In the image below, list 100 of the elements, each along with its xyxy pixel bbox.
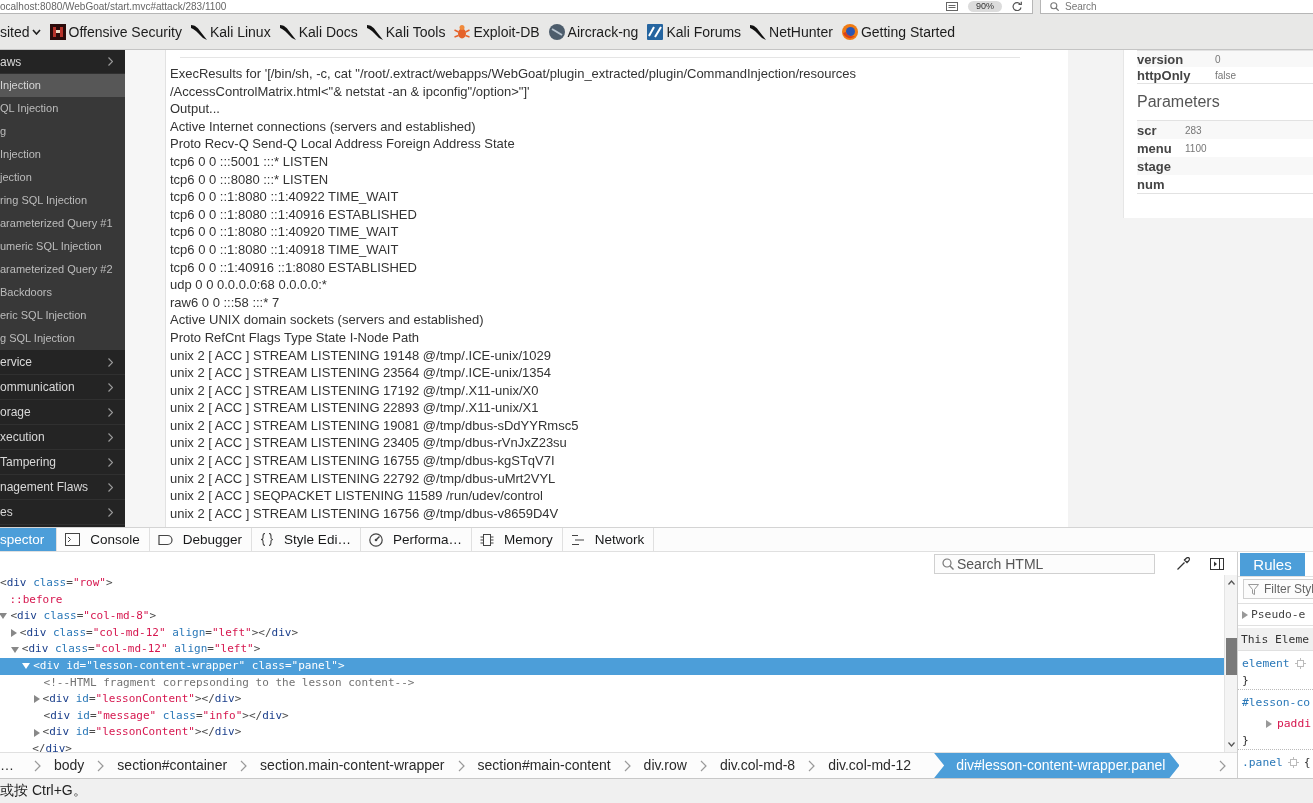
breadcrumb[interactable]: section.main-content-wrapper — [247, 753, 458, 778]
devtools-tab[interactable]: Performa… — [360, 528, 472, 551]
chevron-right-icon — [108, 57, 113, 66]
triangle-icon[interactable] — [1242, 610, 1248, 619]
rule-selector[interactable]: element — [1242, 657, 1290, 670]
caret-up-icon[interactable] — [1227, 580, 1235, 585]
property-name[interactable]: paddi — [1277, 717, 1311, 730]
markup-node[interactable]: <div class="row"> — [0, 575, 1224, 592]
chevron-right-icon — [457, 759, 465, 772]
rule-brace: } — [1242, 674, 1249, 687]
output-line: Proto RefCnt Flags Type State I-Node Path — [170, 328, 420, 347]
sidebar-item[interactable]: Injection — [0, 143, 125, 166]
sidebar-item[interactable]: umeric SQL Injection — [0, 235, 125, 258]
output-line: tcp6 0 0 :::8080 :::* LISTEN — [170, 170, 329, 189]
swoosh-icon — [190, 23, 207, 40]
search-field[interactable]: Search HTML — [934, 553, 1155, 574]
breadcrumb[interactable]: body — [41, 753, 98, 778]
bookmark-menu[interactable]: sited — [0, 19, 45, 44]
caret-down-icon — [31, 28, 41, 35]
chevron-right-icon — [108, 382, 113, 392]
devtools-tab[interactable]: Debugger — [149, 528, 253, 551]
triangle-icon[interactable] — [1266, 719, 1272, 728]
output-line: unix 2 [ ACC ] STREAM LISTENING 16756 @/tmp/dbus-v8659D4V — [170, 504, 559, 523]
triangle-icon[interactable] — [33, 695, 40, 704]
markup-node[interactable]: <div id="lessonContent"></div> — [0, 724, 1224, 741]
section-heading: Parameters — [1137, 92, 1220, 112]
sidebar-item[interactable]: g — [0, 120, 125, 143]
markup-node[interactable]: <div class="col-md-12" align="left"></div> — [0, 624, 1224, 642]
sidebar-item[interactable]: QL Injection — [0, 97, 125, 120]
triangle-icon[interactable] — [10, 629, 17, 638]
chevron-right-icon — [1219, 759, 1226, 772]
section-toggle[interactable]: Pseudo-e — [1238, 604, 1313, 626]
sidebar-item[interactable]: jection — [0, 166, 125, 189]
swoosh-icon — [366, 23, 383, 40]
breadcrumb[interactable]: div.row — [630, 753, 700, 778]
chevron-right-icon — [108, 507, 113, 517]
address-bar[interactable]: ocalhost:8080/WebGoat/start.mvc#attack/283/1100 90% — [0, 0, 1033, 14]
devtools-tab[interactable]: Memory — [471, 528, 563, 551]
param-name: stage — [1137, 157, 1313, 175]
bookmark-item[interactable]: Kali Forums — [643, 19, 746, 44]
bookmark-item[interactable]: Aircrack-ng — [544, 19, 643, 44]
output-line: Active Internet connections (servers and established) — [170, 117, 476, 136]
rule-selector[interactable]: #lesson-co — [1242, 696, 1310, 709]
page-icon[interactable] — [946, 1, 958, 11]
sidebar-item[interactable]: g SQL Injection — [0, 327, 125, 350]
triangle-icon[interactable] — [0, 613, 8, 620]
devtools-tab[interactable]: Console — [57, 528, 150, 551]
sidebar-item[interactable]: Backdoors — [0, 281, 125, 304]
rule-brace: { — [1303, 756, 1311, 769]
markup-node[interactable]: <div id="message" class="info"></div> — [0, 707, 1224, 725]
bookmark-item[interactable]: Kali Linux — [186, 19, 275, 44]
rule-selector[interactable]: .panel — [1242, 756, 1283, 769]
bookmark-item[interactable]: Getting Started — [837, 19, 960, 44]
chevron-right-icon — [240, 759, 248, 772]
param-value: 283 — [1185, 121, 1313, 139]
sidebar-item[interactable]: arameterized Query #2 — [0, 258, 125, 281]
breadcrumb[interactable]: section#main-content — [464, 753, 624, 778]
triangle-icon[interactable] — [10, 646, 19, 653]
scrollbar-thumb[interactable] — [1225, 638, 1237, 675]
devtools-tab[interactable]: Style Edi… — [252, 528, 361, 551]
search-field[interactable]: Search — [1040, 0, 1313, 14]
sidebar-item[interactable]: Injection — [0, 74, 125, 97]
reload-icon[interactable] — [1012, 1, 1022, 11]
bookmark-item[interactable]: Offensive Security — [45, 19, 186, 44]
caret-down-icon[interactable] — [1227, 742, 1235, 747]
sidebar-item[interactable]: ring SQL Injection — [0, 189, 125, 212]
filter-field[interactable]: Filter Styl — [1243, 579, 1313, 599]
output-line: tcp6 0 0 ::1:8080 ::1:40920 TIME_WAIT — [170, 223, 399, 241]
markup-node[interactable]: <div class="col-md-12" align="left"> — [0, 641, 1224, 658]
output-line: tcp6 0 0 ::1:8080 ::1:40922 TIME_WAIT — [170, 188, 399, 206]
breadcrumb[interactable]: … — [0, 753, 34, 778]
triangle-icon[interactable] — [33, 728, 40, 737]
chevron-right-icon — [97, 759, 105, 772]
zoom-badge[interactable]: 90% — [968, 0, 1002, 12]
sidebar-item[interactable]: arameterized Query #1 — [0, 212, 125, 235]
chip-icon — [479, 532, 494, 547]
param-name: scr — [1137, 121, 1185, 139]
devtools-tab[interactable]: Network — [562, 528, 655, 551]
output-line: unix 2 [ ACC ] STREAM LISTENING 23405 @/tmp/dbus-rVnJxZ23su — [170, 434, 567, 453]
crosshair-icon[interactable] — [1294, 658, 1306, 669]
eyedropper-icon[interactable] — [1176, 556, 1190, 571]
panel-toggle-icon[interactable] — [1210, 557, 1224, 570]
scrollbar[interactable] — [1224, 575, 1237, 752]
breadcrumb[interactable]: section#container — [104, 753, 241, 778]
sidebar-item[interactable]: eric SQL Injection — [0, 304, 125, 327]
logo-tile-icon — [49, 23, 66, 40]
bookmark-item[interactable]: Kali Docs — [275, 19, 362, 44]
markup-node[interactable]: <div id="lessonContent"></div> — [0, 691, 1224, 708]
bookmark-item[interactable]: Exploit-DB — [450, 19, 544, 44]
breadcrumb[interactable]: div.col-md-12 — [815, 753, 925, 778]
triangle-icon[interactable] — [22, 663, 31, 670]
markup-node[interactable]: <div class="col-md-8"> — [0, 608, 1224, 625]
crosshair-icon[interactable] — [1287, 757, 1299, 768]
closing-tag[interactable]: </div> — [0, 740, 1224, 752]
bookmark-item[interactable]: NetHunter — [746, 19, 837, 44]
markup-node[interactable]: ::before — [0, 591, 1224, 609]
output-line: tcp6 0 0 ::1:8080 ::1:40916 ESTABLISHED — [170, 205, 417, 224]
breadcrumb[interactable]: div.col-md-8 — [706, 753, 809, 778]
bookmark-item[interactable]: Kali Tools — [362, 19, 450, 44]
markup-node[interactable]: <!--HTML fragment correpsonding to the lesson content--> — [0, 674, 1224, 692]
